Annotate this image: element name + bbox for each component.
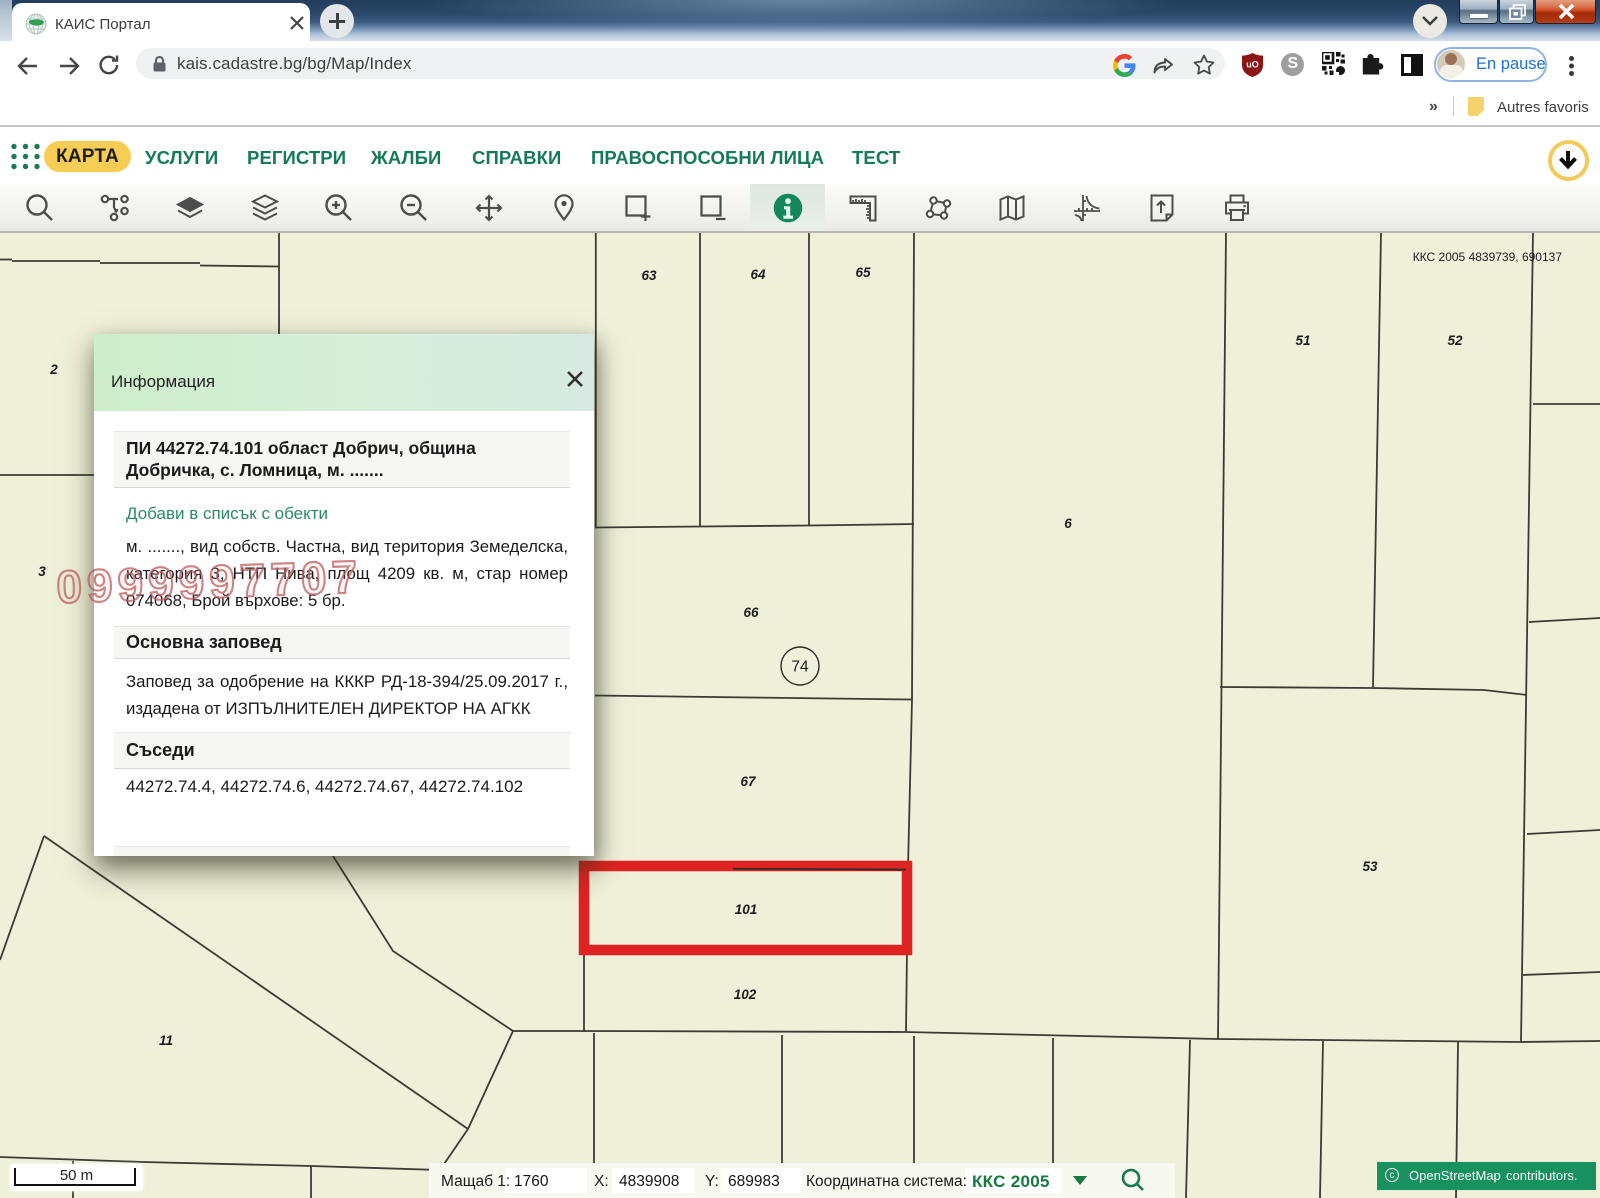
svg-text:74: 74 — [791, 659, 809, 676]
svg-text:102: 102 — [734, 987, 757, 1002]
svg-text:64: 64 — [750, 267, 766, 282]
svg-text:67: 67 — [740, 774, 757, 789]
svg-text:51: 51 — [1295, 333, 1310, 348]
svg-text:6: 6 — [1064, 516, 1072, 531]
svg-text:3: 3 — [38, 564, 46, 579]
svg-text:53: 53 — [1362, 859, 1378, 874]
svg-text:63: 63 — [641, 268, 657, 283]
svg-text:ККС 2005 4839739, 690137: ККС 2005 4839739, 690137 — [1413, 250, 1563, 264]
svg-text:2: 2 — [49, 362, 58, 377]
svg-text:11: 11 — [159, 1033, 173, 1048]
svg-text:66: 66 — [743, 605, 759, 620]
svg-text:uO: uO — [1246, 60, 1259, 70]
svg-text:65: 65 — [855, 265, 871, 280]
svg-text:52: 52 — [1447, 333, 1463, 348]
svg-text:101: 101 — [735, 902, 758, 917]
